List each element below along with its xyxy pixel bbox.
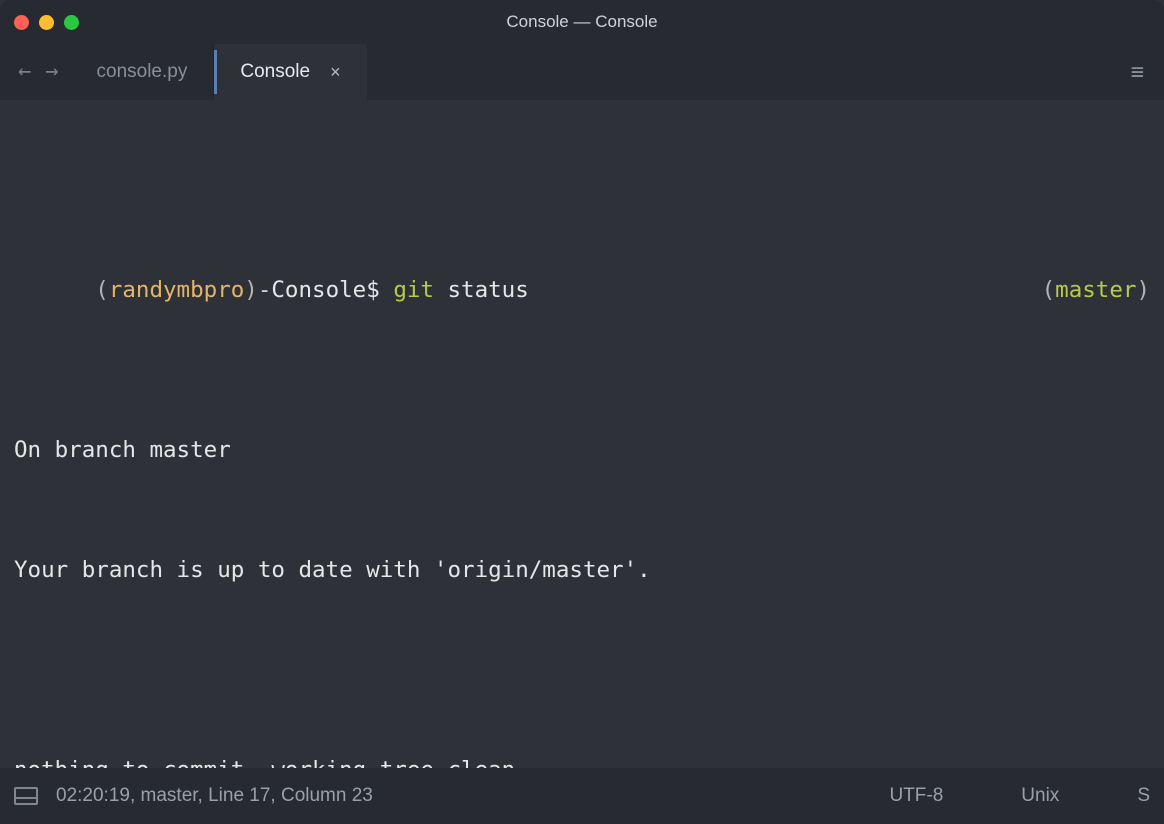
nav-back-button[interactable]: ← bbox=[18, 61, 31, 83]
traffic-lights bbox=[14, 15, 79, 30]
prompt-host: randymbpro bbox=[109, 277, 244, 303]
tab-label: console.py bbox=[97, 61, 188, 83]
output-line: nothing to commit, working tree clean bbox=[14, 750, 1150, 768]
titlebar: Console — Console bbox=[0, 0, 1164, 44]
command-args: status bbox=[448, 277, 529, 303]
status-right-edge[interactable]: S bbox=[1107, 785, 1150, 807]
output-line: Your branch is up to date with 'origin/m… bbox=[14, 550, 1150, 590]
prompt-path: Console bbox=[271, 277, 366, 303]
terminal-view[interactable]: (randymbpro)-Console$ git status (master… bbox=[0, 100, 1164, 768]
statusbar: 02:20:19, master, Line 17, Column 23 UTF… bbox=[0, 768, 1164, 824]
status-line-ending[interactable]: Unix bbox=[991, 785, 1089, 807]
tab-menu-icon[interactable]: ≡ bbox=[1123, 44, 1152, 100]
close-window-button[interactable] bbox=[14, 15, 29, 30]
close-tab-icon[interactable]: × bbox=[330, 62, 341, 83]
zoom-window-button[interactable] bbox=[64, 15, 79, 30]
prompt-symbol: $ bbox=[366, 277, 380, 303]
nav-forward-button[interactable]: → bbox=[45, 61, 58, 83]
status-encoding[interactable]: UTF-8 bbox=[859, 785, 973, 807]
prompt-line: (randymbpro)-Console$ git status (master… bbox=[14, 230, 1150, 350]
nav-arrows: ← → bbox=[12, 44, 71, 100]
minimize-window-button[interactable] bbox=[39, 15, 54, 30]
tab-console[interactable]: Console × bbox=[214, 44, 366, 100]
panel-icon[interactable] bbox=[14, 787, 38, 805]
command-text: git bbox=[393, 277, 434, 303]
output-line: On branch master bbox=[14, 430, 1150, 470]
status-left[interactable]: 02:20:19, master, Line 17, Column 23 bbox=[56, 785, 373, 807]
tabbar: ← → console.py Console × ≡ bbox=[0, 44, 1164, 100]
tab-label: Console bbox=[240, 61, 310, 83]
tab-console-py[interactable]: console.py bbox=[71, 44, 215, 100]
prompt-branch: master bbox=[1055, 277, 1136, 303]
window-title: Console — Console bbox=[0, 12, 1164, 32]
